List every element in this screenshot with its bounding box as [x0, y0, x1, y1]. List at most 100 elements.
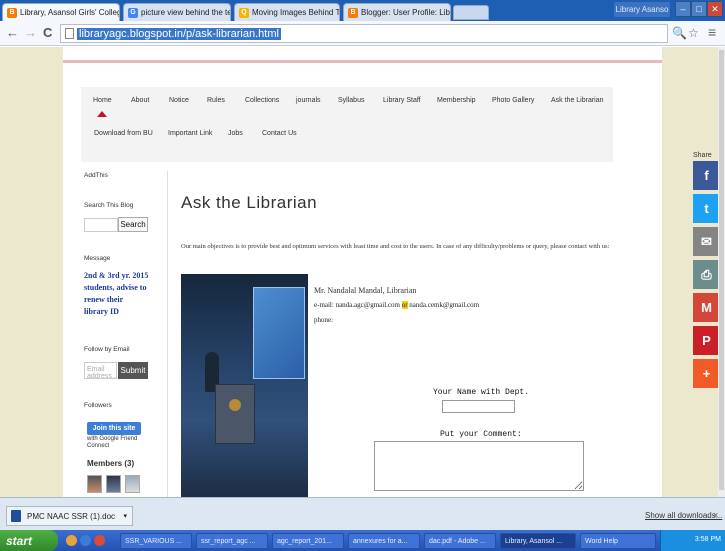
tab-title: Library, Asansol Girls' College — [20, 8, 120, 17]
follow-by-email-title: Follow by Email — [84, 346, 130, 353]
taskbar-item-library-asansol[interactable]: Library, Asansol ... — [500, 533, 576, 549]
contact-phone: phone: — [314, 316, 334, 324]
close-window-button[interactable]: ✕ — [707, 1, 723, 17]
bulb-icon: Q — [239, 7, 249, 18]
follow-submit-button[interactable]: Submit — [118, 362, 148, 379]
tab-library-asansol[interactable]: B Library, Asansol Girls' College × — [2, 3, 120, 21]
close-download-bar-icon[interactable]: × — [713, 510, 718, 520]
twitter-share-icon[interactable]: t — [693, 194, 720, 223]
profile-button[interactable]: Library Asanso — [614, 2, 670, 17]
member-avatar[interactable] — [106, 475, 121, 493]
address-bar[interactable]: libraryagc.blogspot.in/p/ask-librarian.h… — [60, 24, 668, 43]
start-button[interactable]: start — [0, 530, 58, 551]
forward-arrow-icon[interactable]: → — [24, 25, 37, 40]
blog-search-input[interactable] — [84, 218, 118, 232]
nav-rules[interactable]: Rules — [207, 97, 225, 104]
reload-icon[interactable]: C — [43, 25, 52, 40]
tab-title: Blogger: User Profile: Library — [361, 8, 450, 17]
contact-email: e-mail: nanda.agc@gmail.com or nanda.cem… — [314, 301, 479, 309]
comment-field-label: Put your Comment: — [440, 430, 522, 439]
nav-syllabus[interactable]: Syllabus — [338, 97, 364, 104]
email-alt: nanda.cemk@gmail.com — [409, 301, 480, 309]
name-field-label: Your Name with Dept. — [433, 388, 530, 397]
tab-moving-images[interactable]: Q Moving Images Behind Text × — [234, 3, 340, 21]
clock: 3:58 PM — [694, 536, 721, 543]
nav-ask-the-librarian[interactable]: Ask the Librarian — [551, 97, 604, 104]
objective-text: Our main objectives is to provide best a… — [181, 243, 610, 250]
system-tray: 3:58 PM — [660, 530, 725, 551]
zoom-icon[interactable]: 🔍 — [672, 26, 687, 40]
email-share-icon[interactable]: ✉ — [693, 227, 720, 256]
maximize-button[interactable]: □ — [691, 1, 707, 17]
follow-email-input[interactable]: Email address... — [84, 362, 118, 380]
column-divider — [167, 171, 168, 497]
nav-important-link[interactable]: Important Link — [168, 130, 212, 137]
message-title: Message — [84, 255, 111, 262]
page-scrollbar[interactable] — [718, 47, 725, 497]
scrollbar-thumb[interactable] — [719, 50, 724, 490]
message-text: 2nd & 3rd yr. 2015 students, advise to r… — [84, 271, 149, 316]
name-dept-input[interactable] — [442, 400, 515, 413]
more-share-icon[interactable]: + — [693, 359, 720, 388]
taskbar-item-ssr-report[interactable]: ssr_report_agc ... — [196, 533, 268, 549]
new-tab-button[interactable] — [453, 5, 489, 20]
back-arrow-icon[interactable]: ← — [6, 25, 19, 40]
librarian-photo — [181, 274, 308, 497]
share-title: Share — [693, 152, 712, 159]
tab-blogger-profile[interactable]: B Blogger: User Profile: Library × — [343, 3, 451, 21]
windows-taskbar: start SSR_VARIOUS ... ssr_report_agc ...… — [0, 530, 725, 551]
quicklaunch-icon[interactable] — [66, 535, 77, 546]
download-item[interactable]: PMC NAAC SSR (1).doc ▾ — [6, 506, 133, 526]
page-viewport: Home About Notice Rules Collections jour… — [0, 47, 725, 497]
download-bar: PMC NAAC SSR (1).doc ▾ Show all download… — [0, 497, 725, 530]
taskbar-item-agc-report[interactable]: agc_report_201... — [272, 533, 344, 549]
nav-library-staff[interactable]: Library Staff — [383, 97, 421, 104]
search-blog-title: Search This Blog — [84, 202, 134, 209]
nav-jobs[interactable]: Jobs — [228, 130, 243, 137]
quicklaunch-icon[interactable] — [94, 535, 105, 546]
blogger-icon: B — [7, 7, 17, 18]
page-title: Ask the Librarian — [181, 193, 318, 212]
star-icon[interactable]: ☆ — [688, 26, 699, 40]
gmail-share-icon[interactable]: M — [693, 293, 720, 322]
member-avatar[interactable] — [87, 475, 102, 493]
quicklaunch-icon[interactable] — [80, 535, 91, 546]
facebook-share-icon[interactable]: f — [693, 161, 720, 190]
nav-collections[interactable]: Collections — [245, 97, 279, 104]
members-count: Members (3) — [87, 459, 135, 468]
menu-icon[interactable]: ≡ — [708, 24, 716, 40]
nav-home[interactable]: Home — [93, 97, 112, 104]
nav-download-from-bu[interactable]: Download from BU — [94, 130, 153, 137]
nav-contact-us[interactable]: Contact Us — [262, 130, 297, 137]
blogger-icon: B — [348, 7, 358, 18]
nav-about[interactable]: About — [131, 97, 149, 104]
print-share-icon[interactable]: ⎙ — [693, 260, 720, 289]
active-nav-indicator — [97, 111, 107, 117]
taskbar-item-dac-pdf[interactable]: dac.pdf - Adobe ... — [424, 533, 496, 549]
download-options-icon[interactable]: ▾ — [123, 512, 127, 520]
comment-textarea[interactable] — [374, 441, 584, 491]
tab-picture-view[interactable]: G picture view behind the text × — [123, 3, 231, 21]
taskbar-item-word-help[interactable]: Word Help — [580, 533, 656, 549]
join-this-site-button[interactable]: Join this site — [87, 422, 141, 435]
member-avatar[interactable] — [125, 475, 140, 493]
word-document-icon — [11, 510, 21, 522]
contact-name: Mr. Nandalal Mandal, Librarian — [314, 286, 417, 295]
minimize-button[interactable]: – — [675, 1, 691, 17]
join-subtext: with Google Friend Connect — [87, 436, 138, 449]
nav-journals[interactable]: journals — [296, 97, 321, 104]
blog-search-button[interactable]: Search — [118, 217, 148, 232]
google-icon: G — [128, 7, 138, 18]
show-all-downloads-link[interactable]: Show all downloads... — [645, 511, 722, 520]
photo-podium — [215, 384, 255, 444]
nav-membership[interactable]: Membership — [437, 97, 476, 104]
addthis-label: AddThis — [84, 172, 108, 179]
taskbar-item-annexures[interactable]: annexures for a... — [348, 533, 420, 549]
url-text[interactable]: libraryagc.blogspot.in/p/ask-librarian.h… — [77, 27, 281, 40]
taskbar-item-ssr-various[interactable]: SSR_VARIOUS ... — [120, 533, 192, 549]
browser-tab-bar: B Library, Asansol Girls' College × G pi… — [0, 0, 725, 21]
nav-photo-gallery[interactable]: Photo Gallery — [492, 97, 534, 104]
pinterest-share-icon[interactable]: P — [693, 326, 720, 355]
nav-notice[interactable]: Notice — [169, 97, 189, 104]
email-or: or — [401, 301, 408, 309]
